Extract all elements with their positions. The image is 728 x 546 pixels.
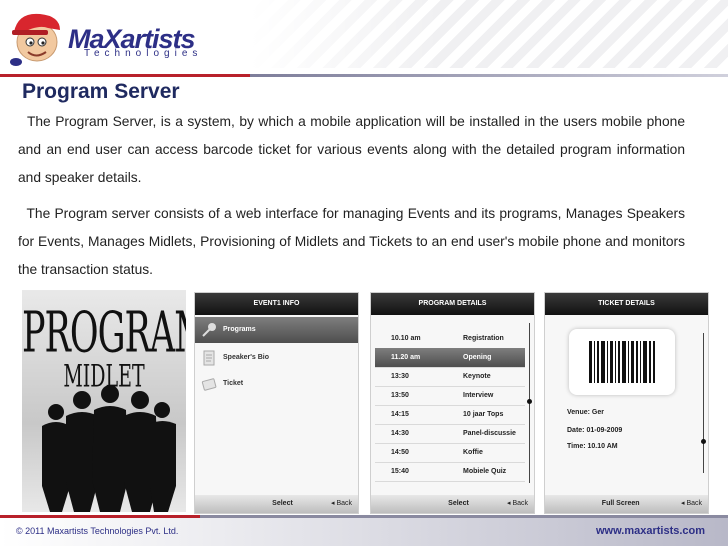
program-row[interactable]: 13:30 Keynote — [375, 367, 525, 387]
ticket-venue: Venue: Ger — [567, 409, 604, 416]
back-softkey[interactable]: ◂ Back — [681, 495, 702, 513]
poster-title: PROGRAM — [22, 302, 186, 366]
back-softkey[interactable]: ◂ Back — [507, 495, 528, 513]
scrollbar[interactable] — [703, 333, 704, 473]
program-event: Koffie — [463, 449, 483, 456]
full-screen-softkey[interactable]: Full Screen — [545, 495, 640, 513]
menu-item-speakers-bio[interactable]: Speaker's Bio — [195, 345, 358, 371]
program-time: 14:50 — [391, 449, 409, 456]
back-label: Back — [686, 500, 702, 507]
business-people-silhouettes — [42, 386, 176, 512]
program-event: Interview — [463, 392, 494, 399]
screen-title: TICKET DETAILS — [545, 293, 708, 315]
program-row[interactable]: 14:30 Panel-discussie — [375, 424, 525, 444]
paragraph-intro: The Program Server, is a system, by whic… — [18, 114, 685, 185]
screen-title: EVENT1 INFO — [195, 293, 358, 315]
program-event: Keynote — [463, 373, 491, 380]
program-time: 14:30 — [391, 430, 409, 437]
menu-label: Ticket — [223, 380, 244, 387]
program-midlet-poster: PROGRAM MIDLET — [22, 290, 186, 512]
ticket-time: Time: 10.10 AM — [567, 443, 618, 450]
header-stripes — [250, 0, 728, 68]
program-row[interactable]: 15:40 Mobiele Quiz — [375, 462, 525, 482]
barcode-icon — [589, 341, 655, 383]
program-row[interactable]: 14:15 10 jaar Tops — [375, 405, 525, 425]
select-softkey[interactable]: Select — [371, 495, 469, 513]
title-divider — [0, 74, 728, 77]
ticket-date: Date: 01-09-2009 — [567, 427, 623, 434]
program-row[interactable]: 11.20 am Opening — [375, 348, 525, 368]
program-details-screen: PROGRAM DETAILS 10.10 am Registration 11.… — [370, 292, 535, 514]
back-softkey[interactable]: ◂ Back — [331, 495, 352, 513]
document-icon — [203, 350, 215, 366]
paragraph-details: The Program server consists of a web int… — [18, 206, 685, 277]
program-event: Mobiele Quiz — [463, 468, 507, 475]
program-time: 13:50 — [391, 392, 409, 399]
menu-item-programs[interactable]: Programs — [195, 317, 358, 343]
program-event: 10 jaar Tops — [463, 411, 504, 418]
program-row[interactable]: 13:50 Interview — [375, 386, 525, 406]
program-event: Opening — [463, 354, 492, 361]
cartoon-mascot-icon — [10, 13, 60, 66]
program-row[interactable]: 10.10 am Registration — [375, 329, 525, 349]
microphone-icon — [202, 323, 216, 337]
scroll-thumb[interactable] — [701, 439, 706, 444]
program-time: 13:30 — [391, 373, 409, 380]
softkey-bar: Select ◂ Back — [371, 495, 534, 513]
back-label: Back — [512, 500, 528, 507]
barcode-card — [569, 329, 675, 395]
screen-title: PROGRAM DETAILS — [371, 293, 534, 315]
softkey-bar: Select ◂ Back — [195, 495, 358, 513]
back-label: Back — [336, 500, 352, 507]
select-softkey[interactable]: Select — [195, 495, 293, 513]
ticket-details-screen: TICKET DETAILS Venue: Ger Date: 01-09-20… — [544, 292, 709, 514]
program-time: 15:40 — [391, 468, 409, 475]
slide-title: Program Server — [22, 80, 180, 103]
event-info-screen: EVENT1 INFO Programs Speaker's Bio Ticke… — [194, 292, 359, 514]
logo-subtitle: Technologies — [84, 48, 203, 59]
copyright-text: © 2011 Maxartists Technologies Pvt. Ltd. — [16, 526, 179, 536]
menu-label: Programs — [223, 326, 256, 333]
scroll-thumb[interactable] — [527, 399, 532, 404]
menu-item-ticket[interactable]: Ticket — [195, 371, 358, 397]
program-time: 10.10 am — [391, 335, 421, 342]
program-event: Registration — [463, 335, 504, 342]
program-row[interactable]: 14:50 Koffie — [375, 443, 525, 463]
program-time: 11.20 am — [391, 354, 421, 361]
program-event: Panel-discussie — [463, 430, 516, 437]
softkey-bar: Full Screen ◂ Back — [545, 495, 708, 513]
ticket-icon — [201, 378, 217, 391]
website-url: www.maxartists.com — [596, 525, 706, 537]
program-time: 14:15 — [391, 411, 409, 418]
menu-label: Speaker's Bio — [223, 354, 270, 361]
